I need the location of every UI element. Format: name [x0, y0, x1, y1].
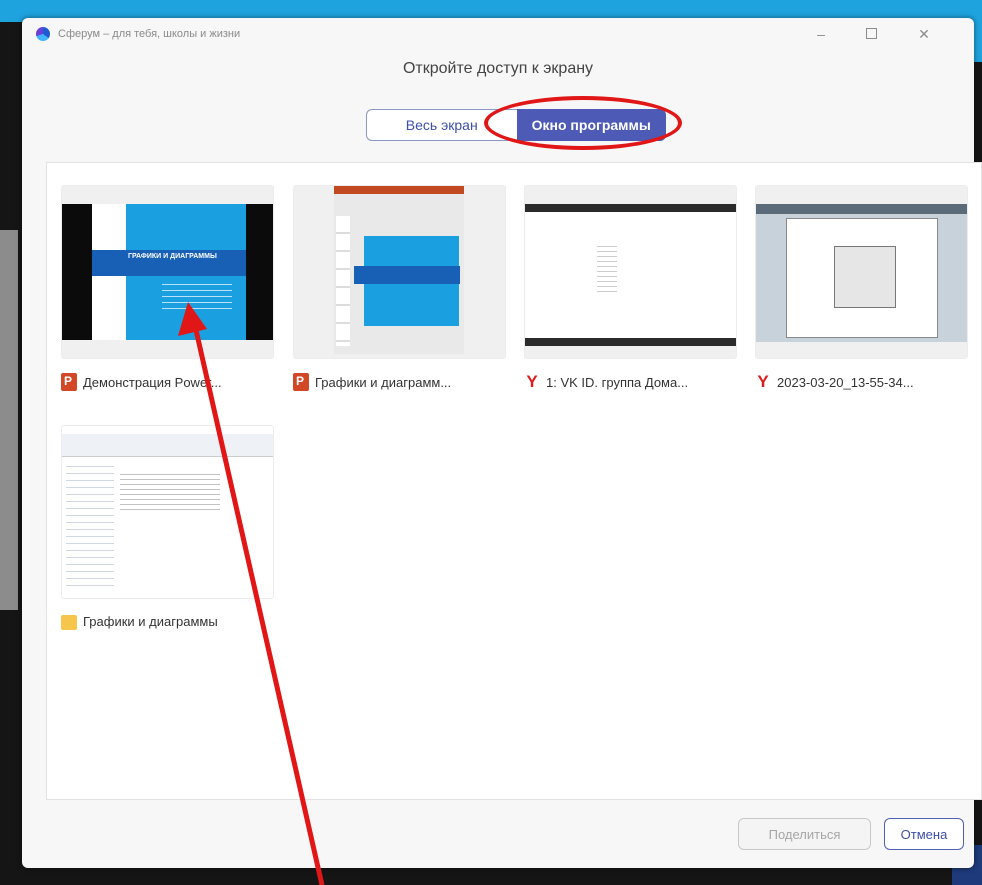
thumbnail-slide-band — [354, 266, 460, 284]
close-button[interactable]: ✕ — [910, 24, 938, 44]
powerpoint-icon — [61, 373, 77, 391]
window-card-label: Y 1: VK ID. группа Дома... — [524, 373, 737, 391]
window-name: 2023-03-20_13-55-34... — [777, 374, 914, 390]
window-name: 1: VK ID. группа Дома... — [546, 374, 689, 390]
thumbnail-ribbon — [334, 186, 464, 194]
thumbnail-explorer-ribbon — [62, 434, 273, 457]
cancel-button[interactable]: Отмена — [884, 818, 964, 850]
window-thumbnail[interactable] — [755, 185, 968, 359]
window-name: Графики и диаграмм... — [315, 374, 452, 390]
window-card-folder[interactable]: Графики и диаграммы — [61, 425, 274, 630]
window-name: Графики и диаграммы — [83, 614, 218, 629]
slide-class-label: 8 класс — [94, 324, 118, 331]
window-thumbnail[interactable] — [61, 425, 274, 599]
thumbnail-browser-bar — [756, 204, 967, 214]
window-name: Демонстрация Power... — [83, 374, 222, 390]
window-title: Сферум – для тебя, школы и жизни — [58, 28, 241, 40]
share-button[interactable]: Поделиться — [738, 818, 871, 850]
thumbnail-dialog — [834, 246, 896, 308]
thumbnail-folder-tree — [66, 460, 114, 590]
dialog-heading: Откройте доступ к экрану — [402, 60, 594, 77]
powerpoint-icon — [293, 373, 309, 391]
tab-program-window[interactable]: Окно программы — [516, 109, 666, 141]
thumbnail-browser-bar — [525, 204, 736, 212]
window-thumbnail[interactable] — [293, 185, 506, 359]
window-list-panel: ГРАФИКИ И ДИАГРАММЫ 8 класс Демонстрация… — [46, 162, 982, 800]
window-card-powerpoint-edit[interactable]: Графики и диаграмм... — [293, 185, 506, 391]
thumbnail-taskbar — [525, 338, 736, 346]
thumbnail-file-list — [120, 470, 220, 510]
window-thumbnail[interactable] — [524, 185, 737, 359]
window-card-powerpoint-show[interactable]: ГРАФИКИ И ДИАГРАММЫ 8 класс Демонстрация… — [61, 185, 274, 391]
maximize-icon — [865, 28, 877, 39]
yandex-browser-icon: Y — [757, 373, 769, 391]
folder-icon — [61, 615, 77, 630]
window-card-screenshot[interactable]: Y 2023-03-20_13-55-34... — [755, 185, 968, 391]
slide-title: ГРАФИКИ И ДИАГРАММЫ — [128, 253, 217, 260]
window-thumbnail[interactable]: ГРАФИКИ И ДИАГРАММЫ 8 класс — [61, 185, 274, 359]
yandex-browser-icon: Y — [526, 373, 538, 391]
thumbnail-page — [525, 212, 736, 338]
maximize-button[interactable] — [857, 24, 885, 44]
thumbnail-form — [597, 246, 617, 296]
window-card-label: Графики и диаграмм... — [293, 373, 506, 391]
thumbnail-slide-list — [336, 216, 350, 346]
window-card-label: Y 2023-03-20_13-55-34... — [755, 373, 968, 391]
window-card-vk-id[interactable]: Y 1: VK ID. группа Дома... — [524, 185, 737, 391]
tab-whole-screen[interactable]: Весь экран — [366, 109, 517, 141]
sferum-logo-icon — [36, 27, 50, 41]
minimize-button[interactable]: – — [807, 24, 835, 44]
slide-text-lines — [162, 284, 232, 314]
share-screen-dialog: Сферум – для тебя, школы и жизни – ✕ Отк… — [22, 18, 982, 868]
title-bar: Сферум – для тебя, школы и жизни – ✕ — [22, 18, 974, 52]
background-window-edge — [0, 230, 18, 610]
share-mode-toggle: Весь экран Окно программы — [366, 109, 666, 141]
window-card-label: Графики и диаграммы — [61, 613, 274, 630]
window-card-label: Демонстрация Power... — [61, 373, 274, 391]
